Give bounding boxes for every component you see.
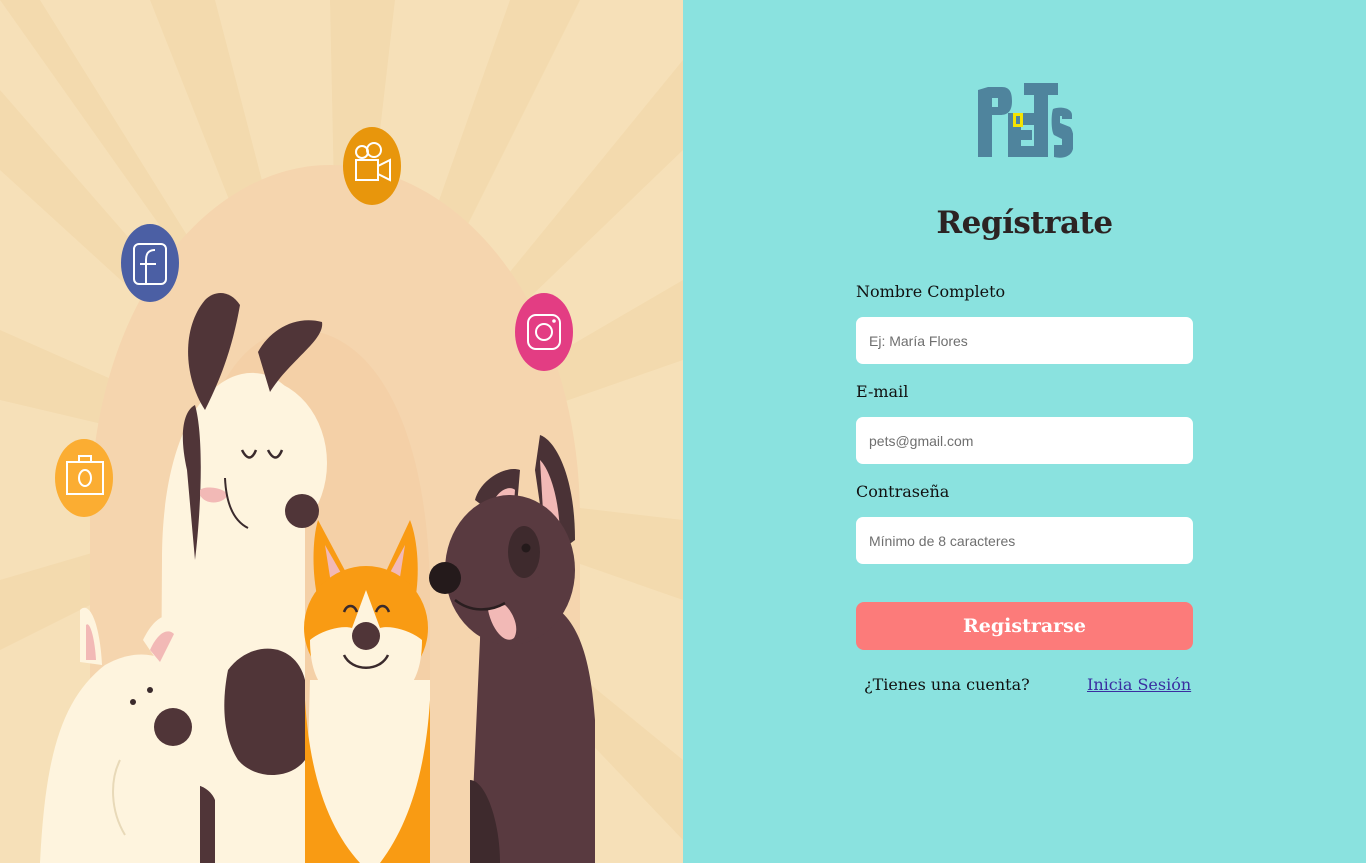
- pets-logo: [978, 83, 1073, 158]
- email-label: E-mail: [856, 382, 909, 401]
- video-camera-icon: [343, 127, 401, 205]
- dogs-illustration: [0, 0, 683, 863]
- instagram-icon: [515, 293, 573, 371]
- password-input[interactable]: [856, 517, 1193, 564]
- facebook-icon: [121, 224, 179, 302]
- login-link[interactable]: Inicia Sesión: [1087, 675, 1191, 694]
- password-label: Contraseña: [856, 482, 950, 501]
- page-title: Regístrate: [936, 205, 1113, 241]
- name-input[interactable]: [856, 317, 1193, 364]
- register-panel: Regístrate Nombre Completo E-mail Contra…: [683, 0, 1366, 863]
- shopping-bag-icon: [55, 439, 113, 517]
- corgi-dog: [304, 520, 430, 863]
- hero-illustration: [0, 0, 683, 863]
- account-question: ¿Tienes una cuenta?: [864, 675, 1030, 694]
- name-label: Nombre Completo: [856, 282, 1006, 301]
- register-button[interactable]: Registrarse: [856, 602, 1193, 650]
- email-input[interactable]: [856, 417, 1193, 464]
